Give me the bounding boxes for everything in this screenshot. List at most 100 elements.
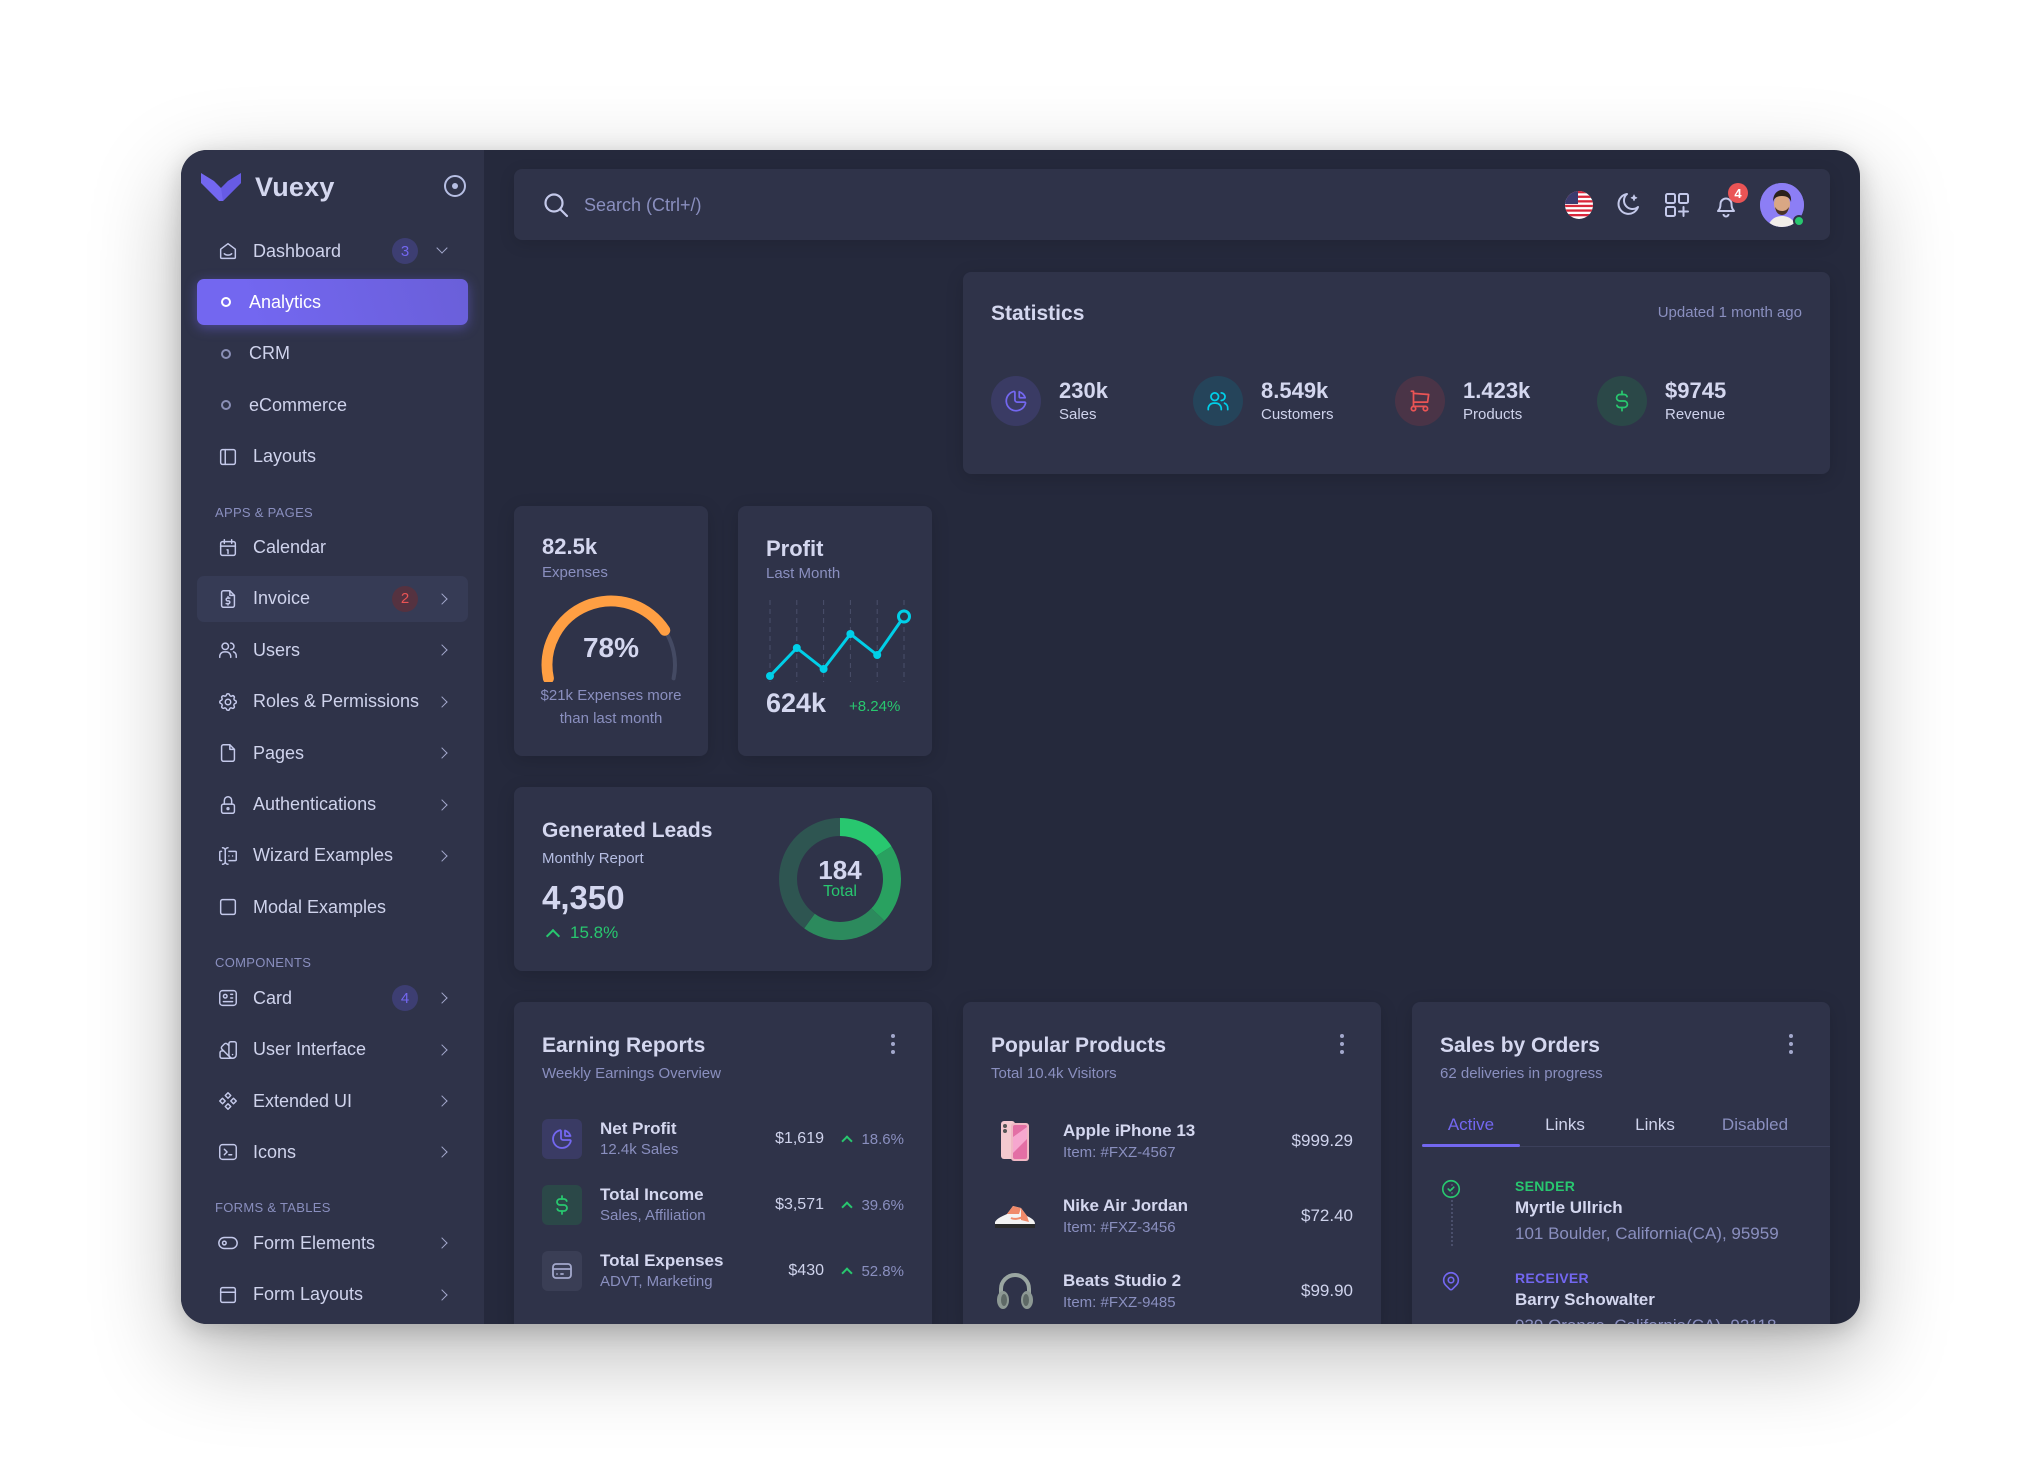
currency-dollar-icon [556,1195,568,1215]
profit-point [873,651,882,659]
us-flag-icon [1565,191,1593,219]
profit-subtitle: Last Month [766,565,841,582]
tab-links[interactable]: Links [1610,1104,1700,1146]
profit-card: Profit Last Month 624k +8.24% [738,506,932,756]
sidebar-item-pages[interactable]: Pages [197,730,468,776]
apps-grid-icon [1665,193,1689,217]
sidebar-item-card[interactable]: Card 4 [197,975,468,1021]
vuexy-logo-icon [201,172,241,201]
profit-value: 624k [766,688,827,718]
earning-name: Total Expenses [600,1251,724,1270]
user-menu[interactable] [1760,183,1805,227]
leads-title: Generated Leads [542,819,713,842]
profit-point [846,630,855,638]
product-row[interactable]: Nike Air Jordan Item: #FXZ-3456 $72.40 [991,1189,1353,1243]
users-icon [219,642,237,659]
sidebar-item-label: Pages [253,742,305,763]
sidebar-item-dashboard[interactable]: Dashboard 3 [197,228,468,274]
sidebar-item-roles-permissions[interactable]: Roles & Permissions [197,679,468,725]
more-vertical-icon[interactable] [1339,1034,1345,1056]
brand[interactable]: Vuexy [201,172,335,203]
navbar-actions: 4 [1546,182,1805,228]
sidebar-item-layouts[interactable]: Layouts [197,434,468,480]
currency-dollar-icon [1615,390,1629,412]
timeline-address: 101 Boulder, California(CA), 95959 [1515,1224,1779,1243]
sidebar-item-icons[interactable]: Icons [197,1129,468,1175]
chevron-right-icon [436,1044,448,1056]
donut-center: 184 Total [779,818,901,940]
timeline-name: Barry Schowalter [1515,1290,1655,1309]
profit-point [792,644,801,652]
expenses-card: 82.5k Expenses 78% $21k Expenses more th… [514,506,708,756]
sidebar-item-label: Form Elements [253,1232,376,1253]
sidebar-item-authentications[interactable]: Authentications [197,782,468,828]
chevron-up-icon [841,1135,854,1147]
shortcuts-button[interactable] [1661,189,1693,221]
language-switcher[interactable] [1563,189,1595,221]
earning-desc: ADVT, Marketing [600,1273,713,1290]
stat-label: Sales [1059,406,1097,423]
chevron-up-icon [841,1267,854,1279]
sidebar-item-label: Invoice [253,588,311,609]
expenses-percent: 78% [582,632,640,663]
product-name: Nike Air Jordan [1063,1196,1189,1215]
orders-tabs: Active Links Links Disabled [1422,1104,1830,1147]
sidebar-item-calendar[interactable]: Calendar [197,525,468,571]
profit-title: Profit [766,536,824,561]
sidebar-toggle-icon[interactable] [444,175,466,197]
sidebar-section-title: FORMS & TABLES [215,1200,331,1216]
tab-active[interactable]: Active [1422,1104,1520,1147]
tab-links[interactable]: Links [1520,1104,1610,1146]
popular-products-subtitle: Total 10.4k Visitors [991,1065,1117,1082]
more-vertical-icon[interactable] [1788,1034,1794,1056]
sidebar-item-invoice[interactable]: Invoice 2 [197,575,468,622]
tab-disabled[interactable]: Disabled [1700,1104,1810,1146]
chevron-right-icon [436,696,448,708]
sidebar-item-crm[interactable]: CRM [197,331,468,377]
timeline-name: Myrtle Ullrich [1515,1198,1623,1217]
credit-card-icon [552,1263,572,1279]
expenses-label: Expenses [542,564,608,581]
sidebar-item-extended-ui[interactable]: Extended UI [197,1078,468,1124]
sidebar-item-analytics[interactable]: Analytics [197,279,468,326]
profit-point [766,672,774,680]
product-row[interactable]: Apple iPhone 13 Item: #FXZ-4567 $999.29 [991,1114,1353,1168]
sidebar-item-form-elements[interactable]: Form Elements [197,1220,468,1266]
earning-amount: $1,619 [775,1130,824,1147]
search-input[interactable] [584,185,1284,225]
stat-item-products: 1.423k Products [1395,376,1530,426]
stat-value: $9745 [1665,378,1727,403]
earning-reports-card: Earning Reports Weekly Earnings Overview… [514,1002,932,1324]
sidebar-item-users[interactable]: Users [197,627,468,673]
sidebar-item-form-layouts[interactable]: Form Layouts [197,1272,468,1318]
product-item-id: Item: #FXZ-9485 [1063,1294,1176,1311]
chevron-right-icon [436,1289,448,1301]
toggle-icon [218,1237,238,1250]
notifications-button[interactable]: 4 [1710,183,1748,221]
settings-icon [219,692,238,711]
earning-amount: $430 [788,1262,824,1279]
sidebar-item-user-interface[interactable]: User Interface [197,1027,468,1073]
search-icon[interactable] [543,192,569,218]
sidebar-item-ecommerce[interactable]: eCommerce [197,382,468,428]
statistics-updated: Updated 1 month ago [1657,304,1802,321]
id-card-icon [219,990,237,1007]
lock-icon [220,795,236,814]
chart-pie-icon [1005,390,1027,412]
chevron-right-icon [436,1146,448,1159]
count-badge: 2 [392,585,418,612]
sidebar-item-label: Calendar [253,537,327,558]
sidebar-item-modal-examples[interactable]: Modal Examples [197,884,468,930]
theme-toggle[interactable] [1612,189,1644,221]
square-icon [219,899,237,916]
product-row[interactable]: Beats Studio 2 Item: #FXZ-9485 $99.90 [991,1264,1353,1318]
count-badge: 3 [392,238,418,264]
brand-name: Vuexy [255,172,335,202]
sales-by-orders-subtitle: 62 deliveries in progress [1440,1065,1603,1082]
chevron-right-icon [436,644,448,657]
chevron-right-icon [436,798,448,811]
chevron-up-icon [841,1201,854,1213]
sidebar-item-wizard-examples[interactable]: Wizard Examples [197,833,468,879]
generated-leads-card: Generated Leads Monthly Report 4,350 15.… [514,787,932,971]
more-vertical-icon[interactable] [890,1034,896,1056]
